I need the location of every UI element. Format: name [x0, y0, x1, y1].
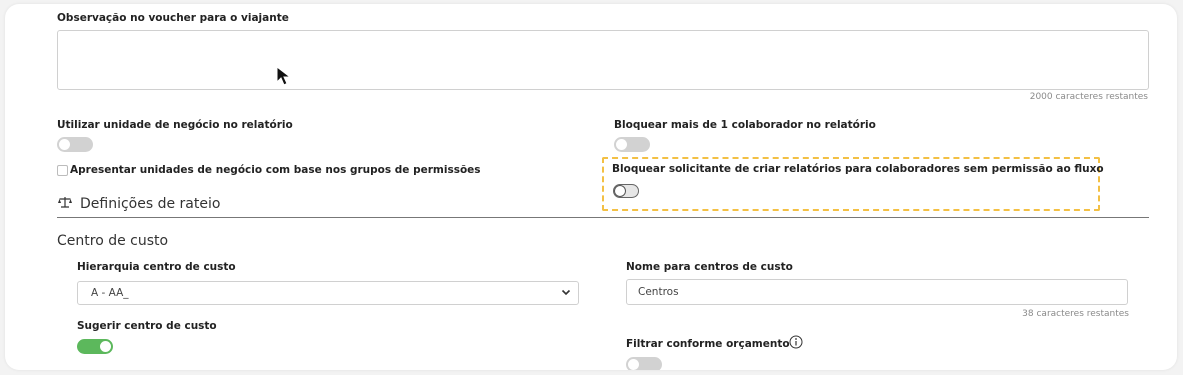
hierarchy-value: A - AA_: [91, 287, 129, 299]
toggle-knob: [628, 359, 639, 370]
info-icon[interactable]: [789, 335, 803, 349]
hierarchy-select[interactable]: A - AA_: [77, 281, 579, 305]
voucher-label: Observação no voucher para o viajante: [57, 12, 289, 24]
block-requester-label: Bloquear solicitante de criar relatórios…: [612, 163, 1104, 175]
toggle-knob: [616, 139, 627, 150]
business-unit-groups-checkbox[interactable]: [57, 165, 68, 176]
business-unit-toggle[interactable]: [57, 137, 93, 152]
cost-center-name-label: Nome para centros de custo: [626, 261, 793, 273]
suggest-cost-center-toggle[interactable]: [77, 339, 113, 354]
hierarchy-label: Hierarquia centro de custo: [77, 261, 236, 273]
cost-center-title: Centro de custo: [57, 233, 169, 249]
toggle-knob: [59, 139, 70, 150]
block-multiple-label: Bloquear mais de 1 colaborador no relató…: [614, 119, 876, 131]
voucher-counter: 2000 caracteres restantes: [1029, 92, 1148, 102]
scale-balance-icon: [58, 197, 72, 208]
filter-budget-label: Filtrar conforme orçamento: [626, 338, 790, 350]
rateio-title: Definições de rateio: [80, 196, 221, 212]
business-unit-groups-label: Apresentar unidades de negócio com base …: [70, 164, 481, 176]
cost-center-name-value: Centros: [638, 286, 679, 298]
voucher-textarea[interactable]: [57, 30, 1149, 90]
cost-center-name-input[interactable]: Centros: [626, 279, 1128, 305]
block-multiple-toggle[interactable]: [614, 137, 650, 152]
toggle-knob: [614, 185, 626, 197]
block-requester-toggle[interactable]: [613, 184, 639, 198]
business-unit-label: Utilizar unidade de negócio no relatório: [57, 119, 293, 131]
toggle-knob: [100, 341, 111, 352]
mouse-pointer-icon: [276, 66, 292, 86]
settings-card: Observação no voucher para o viajante 20…: [5, 4, 1177, 370]
chevron-down-icon: [561, 289, 571, 296]
suggest-cost-center-label: Sugerir centro de custo: [77, 320, 217, 332]
section-divider: [57, 217, 1149, 218]
cost-center-name-counter: 38 caracteres restantes: [1022, 309, 1129, 319]
filter-budget-toggle[interactable]: [626, 357, 662, 370]
